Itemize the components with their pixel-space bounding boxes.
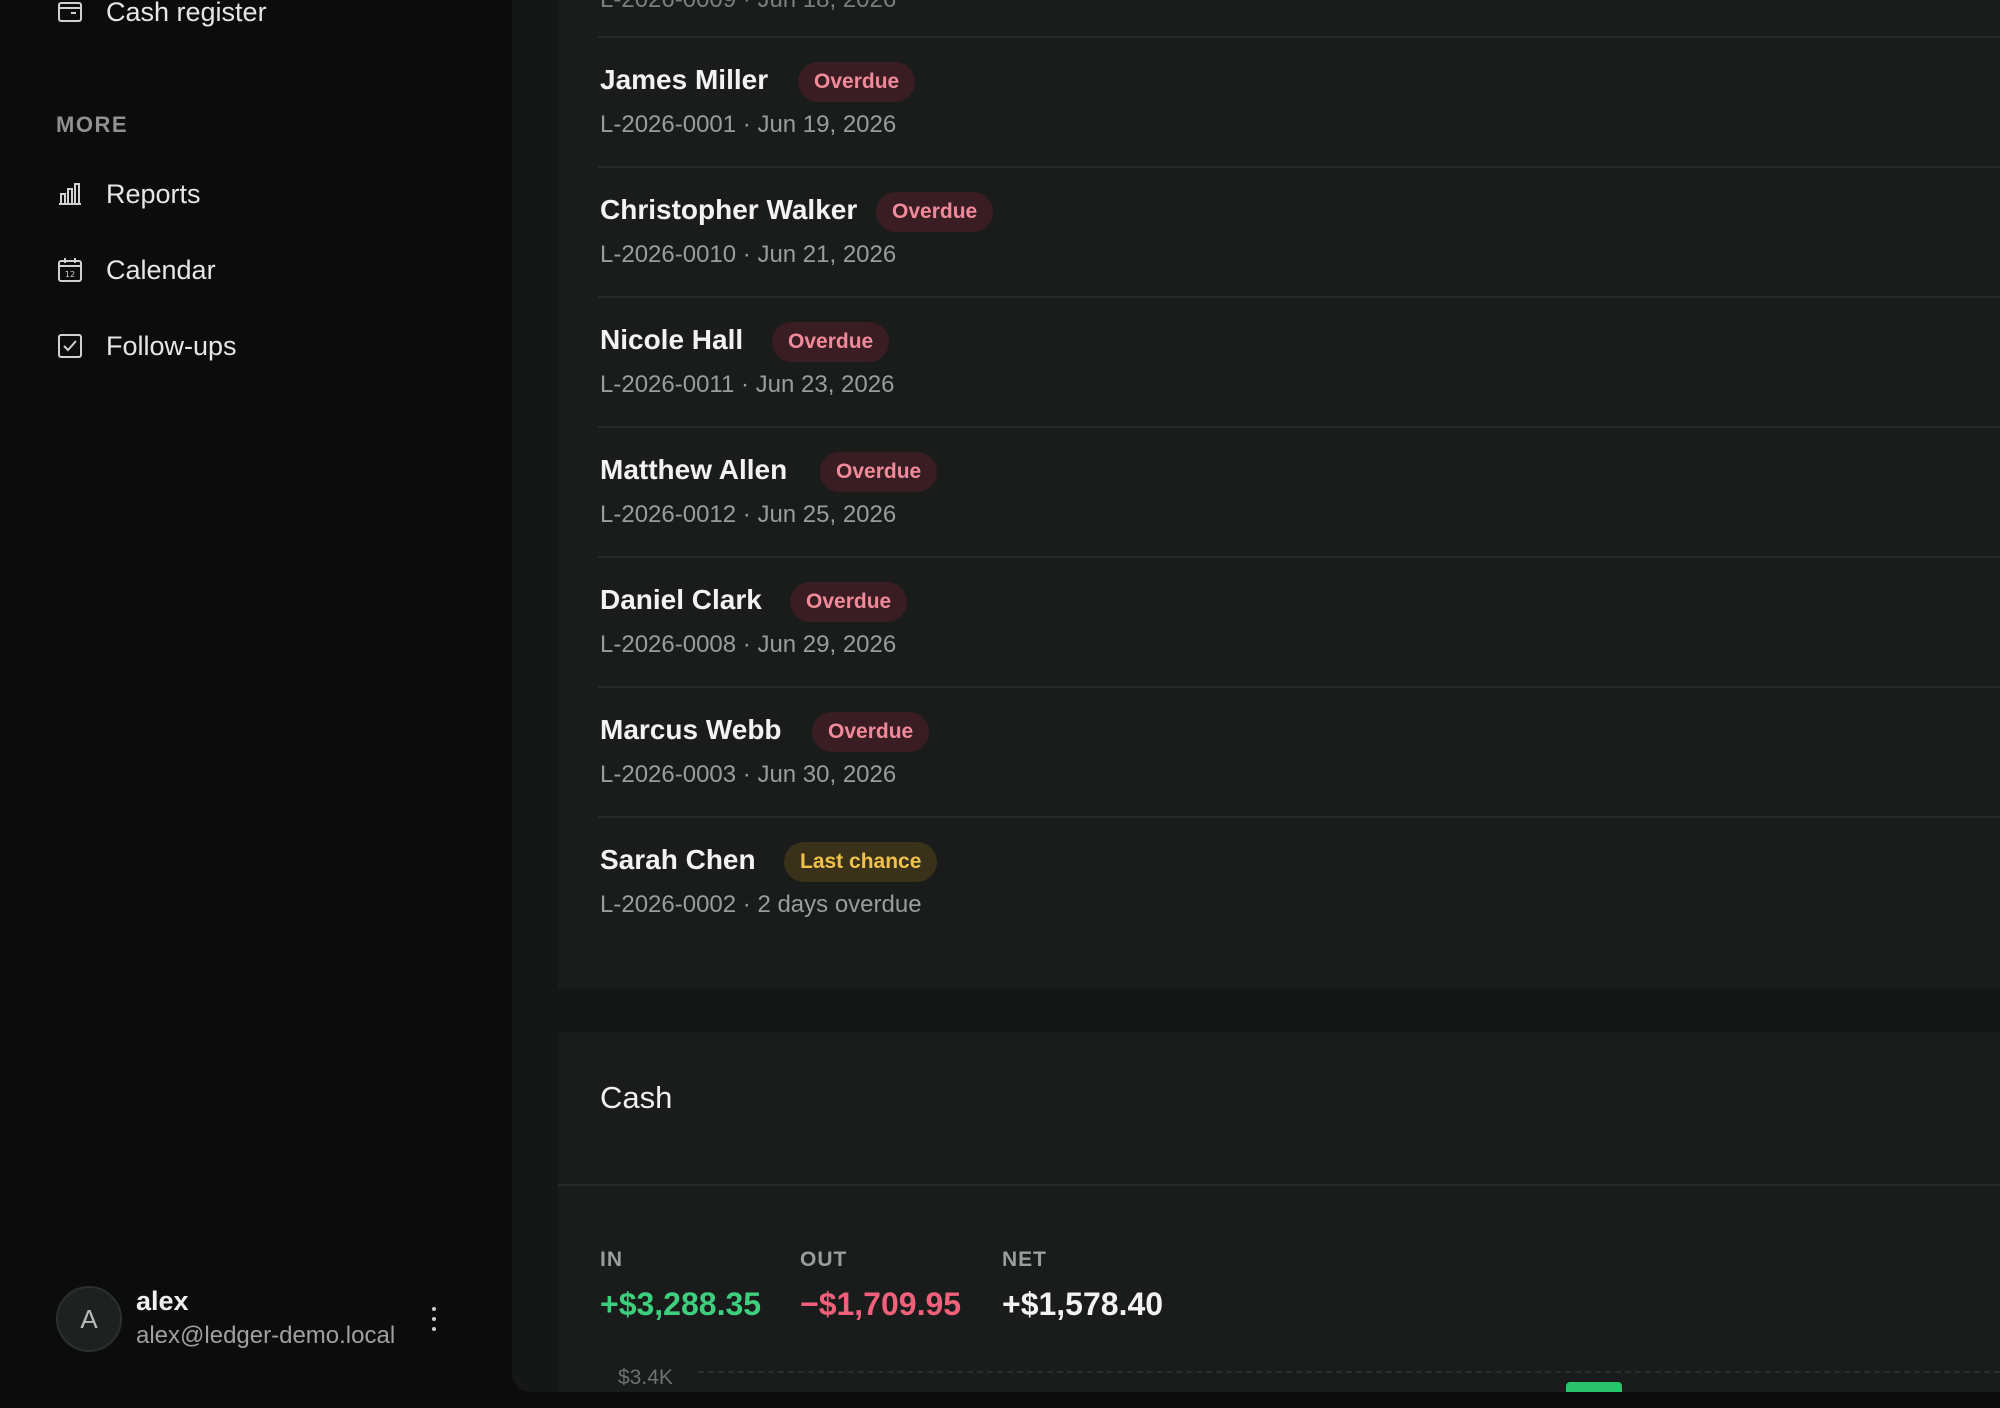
status-badge: Overdue xyxy=(790,582,908,622)
cash-card-title: Cash xyxy=(600,1080,673,1115)
status-badge: Last chance xyxy=(784,842,938,882)
cash-divider xyxy=(558,1184,2000,1186)
borrower-name: Christopher Walker xyxy=(600,194,858,225)
list-item[interactable]: James Miller Overdue L-2026-0001 · Jun 1… xyxy=(558,0,2000,138)
sidebar-item-reports[interactable]: Reports xyxy=(56,168,201,220)
sidebar-item-label: Reports xyxy=(106,178,201,209)
borrower-name: Sarah Chen xyxy=(600,844,756,875)
borrower-name: Matthew Allen xyxy=(600,454,788,485)
bar-chart-icon xyxy=(59,183,81,205)
sidebar-item-calendar[interactable]: 12 Calendar xyxy=(56,244,216,296)
chart-gridline xyxy=(698,1371,2000,1373)
more-options-icon[interactable] xyxy=(422,1304,446,1334)
checkbox-icon xyxy=(58,334,82,358)
list-item[interactable]: Christopher Walker Overdue L-2026-0010 ·… xyxy=(558,130,2000,268)
avatar: A xyxy=(56,1286,122,1352)
section-label-more: MORE xyxy=(56,112,128,137)
cash-out-label: OUT xyxy=(800,1248,848,1271)
chart-y-tick-label: $3.4K xyxy=(618,1366,673,1389)
user-account[interactable]: A alex alex@ledger-demo.local xyxy=(56,1286,456,1352)
list-item[interactable]: Daniel Clark Overdue L-2026-0008 · Jun 2… xyxy=(558,520,2000,658)
borrower-name: Marcus Webb xyxy=(600,714,782,745)
sidebar-item-label: Cash register xyxy=(106,0,267,27)
status-badge: Overdue xyxy=(820,452,938,492)
list-item[interactable]: Sarah Chen Last chance L-2026-0002 · 2 d… xyxy=(558,780,2000,918)
cash-card: Cash IN +$3,288.35 OUT −$1,709.95 NET +$… xyxy=(558,1032,2000,1392)
cash-net-value: +$1,578.40 xyxy=(1002,1286,1164,1322)
sidebar: Cash register MORE Reports 12 Calendar F… xyxy=(0,0,512,1408)
list-item[interactable]: Nicole Hall Overdue L-2026-0011 · Jun 23… xyxy=(558,260,2000,398)
cash-in-label: IN xyxy=(600,1248,623,1271)
cash-net-label: NET xyxy=(1002,1248,1047,1271)
cash-register-icon xyxy=(58,2,82,22)
calendar-icon: 12 xyxy=(58,258,82,282)
svg-text:12: 12 xyxy=(65,270,75,279)
chart-bar[interactable] xyxy=(1566,1382,1622,1392)
status-badge: Overdue xyxy=(772,322,890,362)
status-badge: Overdue xyxy=(812,712,930,752)
status-badge: Overdue xyxy=(798,62,916,102)
user-email: alex@ledger-demo.local xyxy=(136,1322,396,1349)
borrower-name: Daniel Clark xyxy=(600,584,762,615)
cash-in-value: +$3,288.35 xyxy=(600,1286,762,1322)
borrower-name: James Miller xyxy=(600,64,769,95)
sidebar-item-cash-register[interactable]: Cash register xyxy=(56,0,267,38)
sidebar-item-follow-ups[interactable]: Follow-ups xyxy=(56,320,237,372)
status-badge: Overdue xyxy=(876,192,994,232)
overdue-loans-card: L-2026-0009 · Jun 18, 2026 James Miller … xyxy=(558,0,2000,988)
loan-meta: L-2026-0002 · 2 days overdue xyxy=(600,891,922,918)
user-name: alex xyxy=(136,1286,189,1316)
sidebar-item-label: Follow-ups xyxy=(106,330,237,361)
sidebar-item-label: Calendar xyxy=(106,254,216,285)
list-item[interactable]: Matthew Allen Overdue L-2026-0012 · Jun … xyxy=(558,390,2000,528)
main-content: L-2026-0009 · Jun 18, 2026 James Miller … xyxy=(512,0,2000,1392)
borrower-name: Nicole Hall xyxy=(600,324,744,355)
list-item[interactable]: Marcus Webb Overdue L-2026-0003 · Jun 30… xyxy=(558,650,2000,788)
cash-out-value: −$1,709.95 xyxy=(800,1286,962,1322)
